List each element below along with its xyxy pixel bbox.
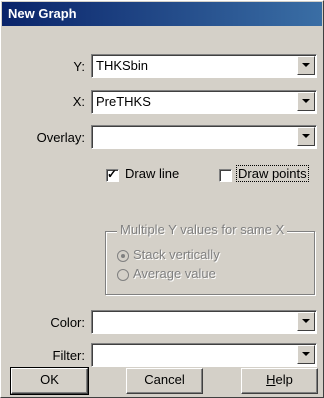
stack-vertically-label[interactable]: Stack vertically <box>133 247 220 262</box>
cancel-button[interactable]: Cancel <box>126 368 203 394</box>
multiple-y-group <box>105 231 315 295</box>
filter-dropdown-button[interactable] <box>297 345 315 364</box>
chevron-down-icon <box>302 352 310 356</box>
y-value: THKSbin <box>96 58 149 73</box>
x-value: PreTHKS <box>96 94 151 109</box>
overlay-select[interactable] <box>91 125 317 149</box>
radio-dot-icon <box>121 254 125 258</box>
x-label: X: <box>72 94 85 109</box>
x-select[interactable]: PreTHKS <box>91 90 317 114</box>
draw-points-label[interactable]: Draw points <box>236 165 309 182</box>
filter-select[interactable] <box>91 343 317 367</box>
chevron-down-icon <box>302 99 310 103</box>
y-dropdown-button[interactable] <box>297 56 315 75</box>
x-dropdown-button[interactable] <box>297 92 315 111</box>
draw-line-checkbox[interactable]: ✓ <box>106 167 119 182</box>
multiple-y-legend: Multiple Y values for same X <box>117 222 288 237</box>
title-bar: New Graph <box>2 2 322 26</box>
overlay-dropdown-button[interactable] <box>297 127 315 146</box>
checkmark-icon: ✓ <box>107 167 118 181</box>
color-dropdown-button[interactable] <box>297 312 315 331</box>
average-value-label[interactable]: Average value <box>133 266 216 281</box>
help-button[interactable]: Help <box>241 368 318 394</box>
chevron-down-icon <box>302 63 310 67</box>
ok-button[interactable]: OK <box>10 367 89 395</box>
chevron-down-icon <box>302 319 310 323</box>
stack-vertically-radio[interactable] <box>117 250 129 262</box>
window-title: New Graph <box>8 6 77 21</box>
help-button-label: Help <box>266 372 293 387</box>
draw-points-checkbox[interactable] <box>219 169 232 182</box>
overlay-label: Overlay: <box>36 130 85 145</box>
y-select[interactable]: THKSbin <box>91 54 317 78</box>
color-label: Color: <box>50 315 85 330</box>
filter-label: Filter: <box>52 348 86 363</box>
draw-line-label[interactable]: Draw line <box>125 166 179 181</box>
new-graph-dialog: New Graph Y: THKSbin X: PreTHKS Overlay:… <box>0 0 324 398</box>
average-value-radio[interactable] <box>117 269 129 281</box>
color-select[interactable] <box>91 310 317 334</box>
chevron-down-icon <box>302 134 310 138</box>
y-label: Y: <box>73 59 85 74</box>
